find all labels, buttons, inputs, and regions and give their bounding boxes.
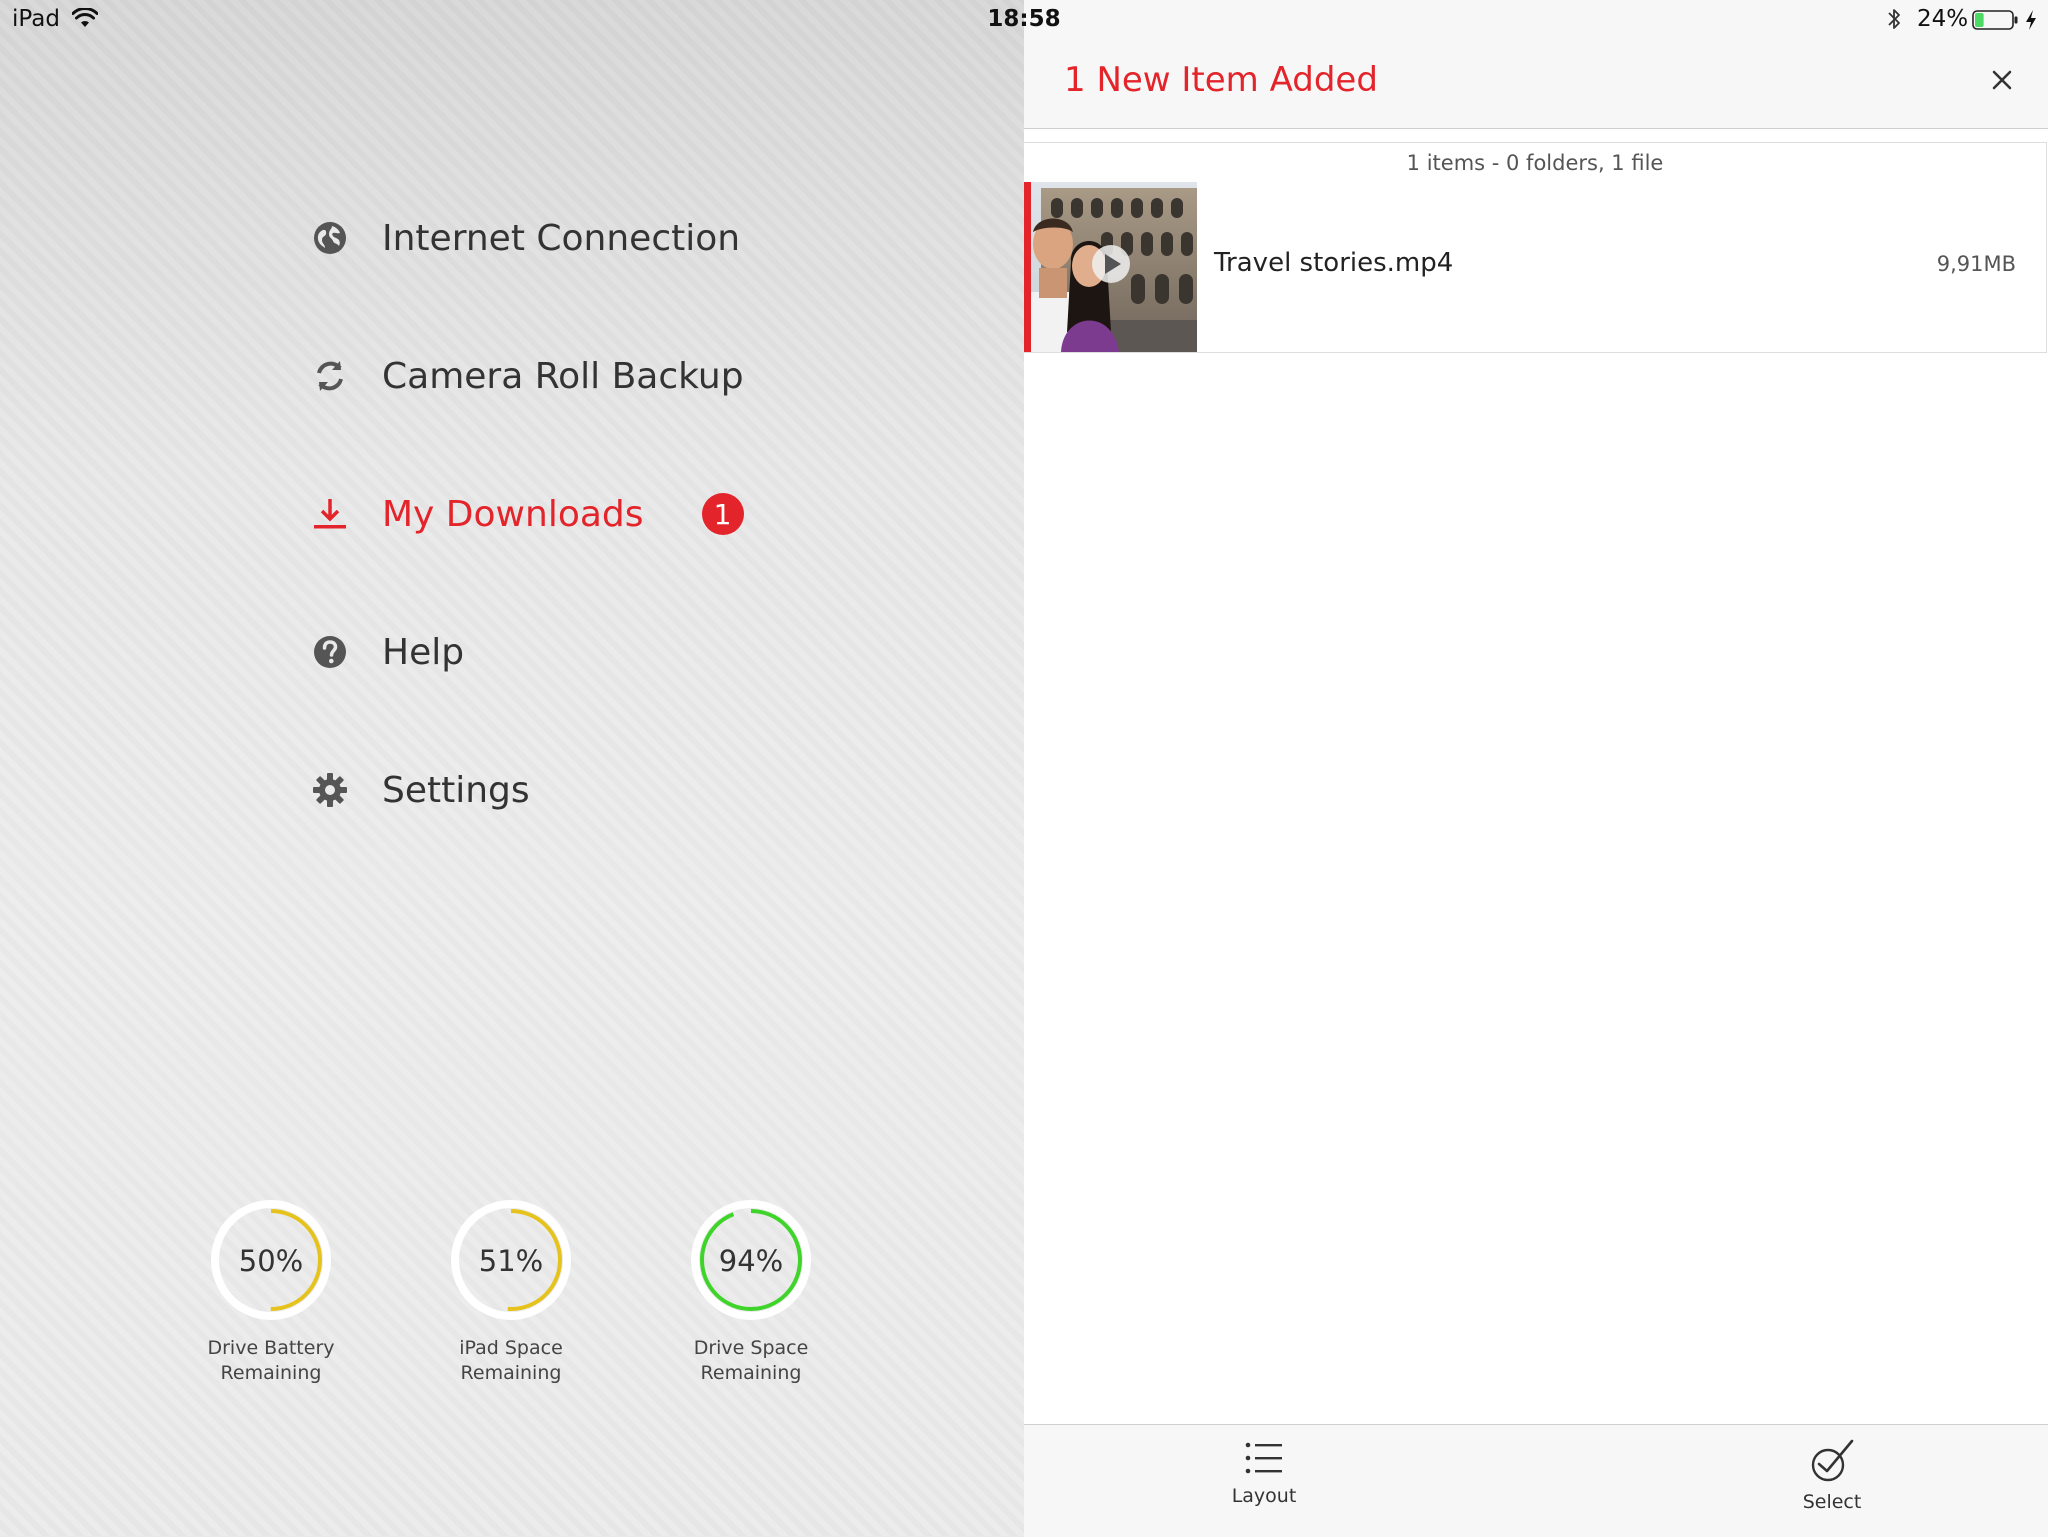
gauge-value: 50% [239, 1244, 303, 1278]
gauge-label: Drive Battery Remaining [171, 1336, 371, 1386]
menu-item-label: Camera Roll Backup [382, 355, 744, 397]
download-icon [314, 499, 346, 529]
battery-icon [1972, 10, 2018, 30]
gauge-label-line: Drive Space [693, 1337, 809, 1359]
content-panel: 1 New Item Added 1 items - 0 folders, 1 … [1024, 0, 2048, 1537]
globe-icon [314, 222, 346, 254]
gauge-drive-space: 94% Drive Space Remaining [651, 1198, 851, 1386]
charging-bolt-icon [2026, 10, 2036, 30]
items-summary: 1 items - 0 folders, 1 file [1024, 142, 2047, 184]
notification-badge: 1 [701, 493, 744, 535]
menu-item-my-downloads[interactable]: My Downloads 1 [312, 479, 744, 549]
status-gauges: 50% Drive Battery Remaining 51% iPad Spa… [0, 1198, 1024, 1398]
file-name: Travel stories.mp4 [1214, 248, 1454, 278]
file-size: 9,91MB [1936, 252, 2016, 276]
menu-item-help[interactable]: Help [312, 617, 464, 687]
progress-ring: 51% [451, 1200, 571, 1320]
list-icon [1245, 1442, 1282, 1474]
bluetooth-icon [1888, 9, 1900, 29]
gauge-drive-battery: 50% Drive Battery Remaining [171, 1198, 371, 1386]
close-icon[interactable] [1984, 62, 2020, 98]
gear-icon [313, 773, 347, 807]
gauge-label-line: Remaining [220, 1362, 322, 1384]
layout-button[interactable]: Layout [1194, 1439, 1334, 1507]
gauge-label: Drive Space Remaining [651, 1336, 851, 1386]
toolbar-label: Select [1802, 1491, 1862, 1513]
menu-item-camera-roll-backup[interactable]: Camera Roll Backup [312, 341, 744, 411]
select-button[interactable]: Select [1762, 1439, 1902, 1513]
sync-icon [317, 361, 343, 391]
menu-item-internet-connection[interactable]: Internet Connection [312, 203, 740, 273]
page-title: 1 New Item Added [1064, 60, 1378, 100]
progress-ring: 50% [211, 1200, 331, 1320]
menu-item-label: My Downloads [382, 493, 644, 535]
toolbar-label: Layout [1231, 1485, 1297, 1507]
video-thumbnail [1031, 182, 1197, 352]
gauge-value: 94% [719, 1244, 783, 1278]
gauge-label-line: Drive Battery [207, 1337, 335, 1359]
bottom-toolbar: Layout Select [1024, 1424, 2048, 1537]
file-row[interactable]: Travel stories.mp4 9,91MB [1024, 182, 2047, 353]
progress-ring: 94% [691, 1200, 811, 1320]
new-item-marker [1024, 182, 1031, 352]
gauge-label-line: iPad Space [459, 1337, 563, 1359]
menu-item-label: Internet Connection [382, 217, 741, 259]
status-bar: iPad 18:58 24% [0, 0, 2048, 40]
status-time: 18:58 [987, 6, 1061, 32]
gauge-ipad-space: 51% iPad Space Remaining [411, 1198, 611, 1386]
gauge-label-line: Remaining [700, 1362, 802, 1384]
gauge-value: 51% [479, 1244, 543, 1278]
battery-percent: 24% [1917, 6, 1969, 32]
menu-item-label: Help [382, 631, 465, 673]
gauge-label-line: Remaining [460, 1362, 562, 1384]
gauge-label: iPad Space Remaining [411, 1336, 611, 1386]
side-menu: Internet Connection Camera Roll Backup M… [0, 0, 1024, 1536]
select-check-icon [1811, 1439, 1854, 1482]
menu-item-label: Settings [382, 769, 530, 811]
help-icon [314, 636, 346, 668]
menu-item-settings[interactable]: Settings [312, 755, 530, 825]
